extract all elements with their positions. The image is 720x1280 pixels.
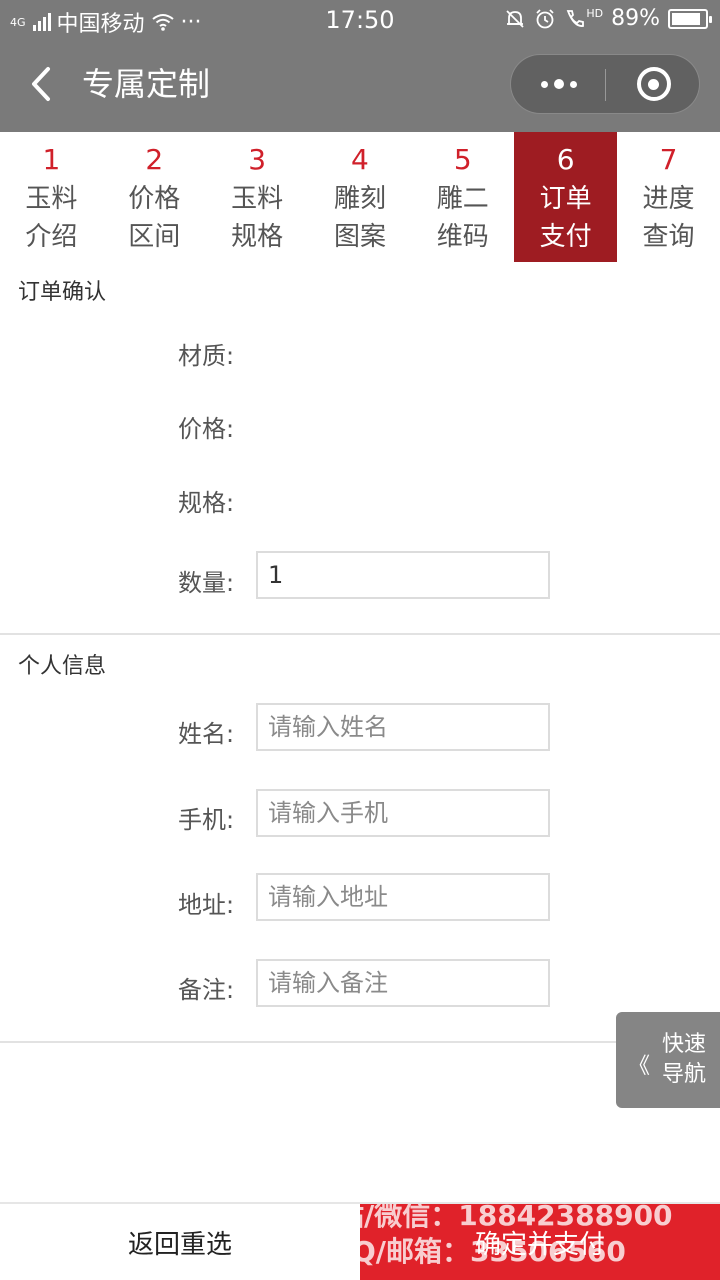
quantity-label: 数量: [178, 569, 235, 597]
status-left: 4G 中国移动 ··· [10, 6, 202, 38]
more-dot-icon [553, 79, 564, 89]
section-divider [0, 1041, 720, 1043]
confirm-pay-button[interactable]: 站/微信：18842388900 Q/邮箱：33506560 确定并支付 [360, 1204, 720, 1280]
page-title: 专属定制 [82, 65, 211, 103]
signal-icon [32, 13, 51, 31]
remark-label: 备注: [178, 976, 235, 1004]
step-label: 玉料规格 [231, 184, 284, 252]
network-type: 4G [10, 15, 26, 29]
double-chevron-left-icon: 《 [628, 1054, 651, 1079]
battery-percent: 89% [611, 6, 660, 31]
quick-nav-button[interactable]: 《 快速导航 [616, 1012, 720, 1108]
nav-bar: 专属定制 [0, 38, 720, 132]
more-dot-icon [540, 80, 548, 88]
step-tabs: 1 玉料介绍 2 价格区间 3 玉料规格 4 雕刻图案 5 雕二维码 6 订单支付 7 进度查询 [0, 132, 720, 262]
step-label: 价格区间 [128, 184, 181, 252]
hd-badge: HD [586, 6, 604, 20]
battery-fill [672, 12, 701, 25]
step-label: 进度查询 [642, 184, 695, 252]
step-label: 雕二维码 [436, 184, 489, 252]
status-right: HD 89% [504, 6, 712, 31]
step-label: 玉料介绍 [25, 184, 78, 252]
order-section-title: 订单确认 [18, 280, 107, 305]
phone-label: 手机: [178, 806, 235, 834]
bottom-action-bar: 返回重选 站/微信：18842388900 Q/邮箱：33506560 确定并支… [0, 1202, 720, 1280]
step-tab-1[interactable]: 1 玉料介绍 [0, 132, 103, 262]
personal-section-title: 个人信息 [18, 654, 107, 679]
battery-icon [668, 8, 712, 29]
step-number: 4 [351, 143, 369, 176]
status-bar: 4G 中国移动 ··· 17:50 HD 89% [0, 0, 720, 38]
hd-call-icon: HD [564, 8, 603, 30]
wifi-icon [151, 14, 174, 31]
address-input[interactable] [256, 873, 550, 921]
name-input[interactable] [256, 703, 550, 751]
step-label: 订单支付 [539, 184, 592, 252]
bell-muted-icon [506, 9, 524, 28]
step-number: 2 [145, 143, 164, 176]
step-tab-6[interactable]: 6 订单支付 [514, 132, 618, 262]
close-mini-program-button[interactable] [606, 55, 701, 113]
status-more: ··· [180, 9, 202, 35]
alarm-icon [536, 8, 554, 28]
back-arrow-icon[interactable] [26, 64, 56, 104]
step-tab-7[interactable]: 7 进度查询 [617, 132, 720, 262]
quantity-input[interactable] [256, 551, 550, 599]
step-number: 5 [453, 143, 472, 176]
reselect-button[interactable]: 返回重选 [0, 1204, 360, 1280]
more-dot-icon [569, 80, 577, 88]
address-label: 地址: [178, 891, 235, 919]
step-number: 3 [248, 143, 267, 176]
step-tab-5[interactable]: 5 雕二维码 [411, 132, 514, 262]
step-number: 6 [556, 143, 575, 176]
step-tab-3[interactable]: 3 玉料规格 [206, 132, 309, 262]
target-ring-icon [636, 67, 671, 101]
section-divider [0, 633, 720, 635]
material-label: 材质: [178, 342, 235, 370]
step-number: 1 [42, 143, 61, 176]
confirm-pay-label: 确定并支付 [474, 1229, 605, 1260]
step-label: 雕刻图案 [333, 184, 386, 252]
more-menu-button[interactable] [511, 55, 606, 113]
phone-input[interactable] [256, 789, 550, 837]
remark-input[interactable] [256, 959, 550, 1007]
mini-program-capsule [510, 54, 700, 114]
step-tab-2[interactable]: 2 价格区间 [103, 132, 206, 262]
quick-nav-label: 快速导航 [661, 1032, 706, 1087]
step-tab-4[interactable]: 4 雕刻图案 [309, 132, 412, 262]
step-number: 7 [659, 143, 678, 176]
name-label: 姓名: [178, 720, 235, 748]
spec-label: 规格: [178, 489, 235, 517]
carrier-name: 中国移动 [56, 12, 145, 37]
price-label: 价格: [178, 415, 235, 443]
